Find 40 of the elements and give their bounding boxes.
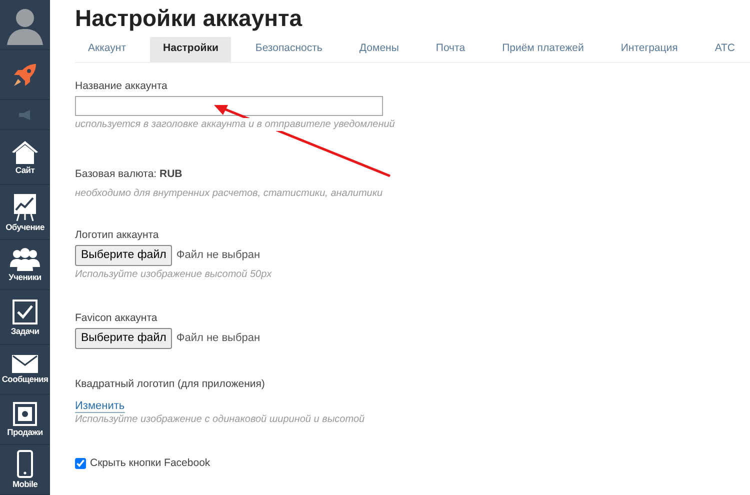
hint-text: необходимо для внутренних расчетов, статистики, аналитики [75,186,383,200]
file-button[interactable]: Выберите файл [75,328,172,350]
checkbox-label: Скрыть кнопки Facebook [90,456,210,470]
tab[interactable]: Аккаунт [75,37,140,62]
rocket-icon[interactable] [12,62,38,88]
safe-icon[interactable] [13,402,37,426]
sidebar-label[interactable]: Обучение [6,222,44,232]
file-button[interactable]: Выберите файл [75,244,172,266]
checkbox-icon[interactable] [12,298,38,325]
tab[interactable]: Интеграция [608,37,691,62]
house-icon[interactable] [11,140,39,164]
sidebar-label[interactable]: Задачи [10,326,40,336]
file-status: Файл не выбран [176,248,260,264]
file-status: Файл не выбран [176,331,260,346]
tab[interactable]: Домены [346,37,412,62]
tab[interactable]: Почта [422,37,478,62]
sidebar-label[interactable]: Сообщения [2,375,48,384]
currency-text: Базовая валюта: RUB [75,166,184,181]
field-label: Квадратный логотип (для приложения) [75,377,266,392]
sidebar-label[interactable]: Сайт [15,166,35,174]
people-icon[interactable] [10,247,40,272]
field-label: Favicon аккаунта [75,311,158,325]
hint-text: Используйте изображение с одинаковой шириной и высотой [75,413,365,426]
tab[interactable]: Приём платежей [489,37,597,62]
sidebar-label[interactable]: Продажи [7,428,43,437]
tab[interactable]: Безопасность [242,37,336,62]
sidebar-label[interactable]: Ученики [8,273,42,282]
hint-text: Используйте изображение высотой 50px [75,268,272,281]
sidebar-label[interactable]: Mobile [12,480,38,489]
tab[interactable]: Настройки [150,37,232,62]
chart-icon[interactable] [13,192,37,221]
field-label: Название аккаунта [75,78,168,93]
tab[interactable]: АТС [702,37,748,62]
page-title: Настройки аккаунта [75,4,304,33]
mail-icon[interactable] [12,355,38,374]
phone-icon[interactable] [17,450,33,478]
input-field[interactable] [75,96,383,116]
checkbox[interactable] [75,458,86,469]
field-label: Логотип аккаунта [75,228,160,242]
hint-text: используется в заголовке аккаунта и в отправителе уведомлений [75,118,395,131]
